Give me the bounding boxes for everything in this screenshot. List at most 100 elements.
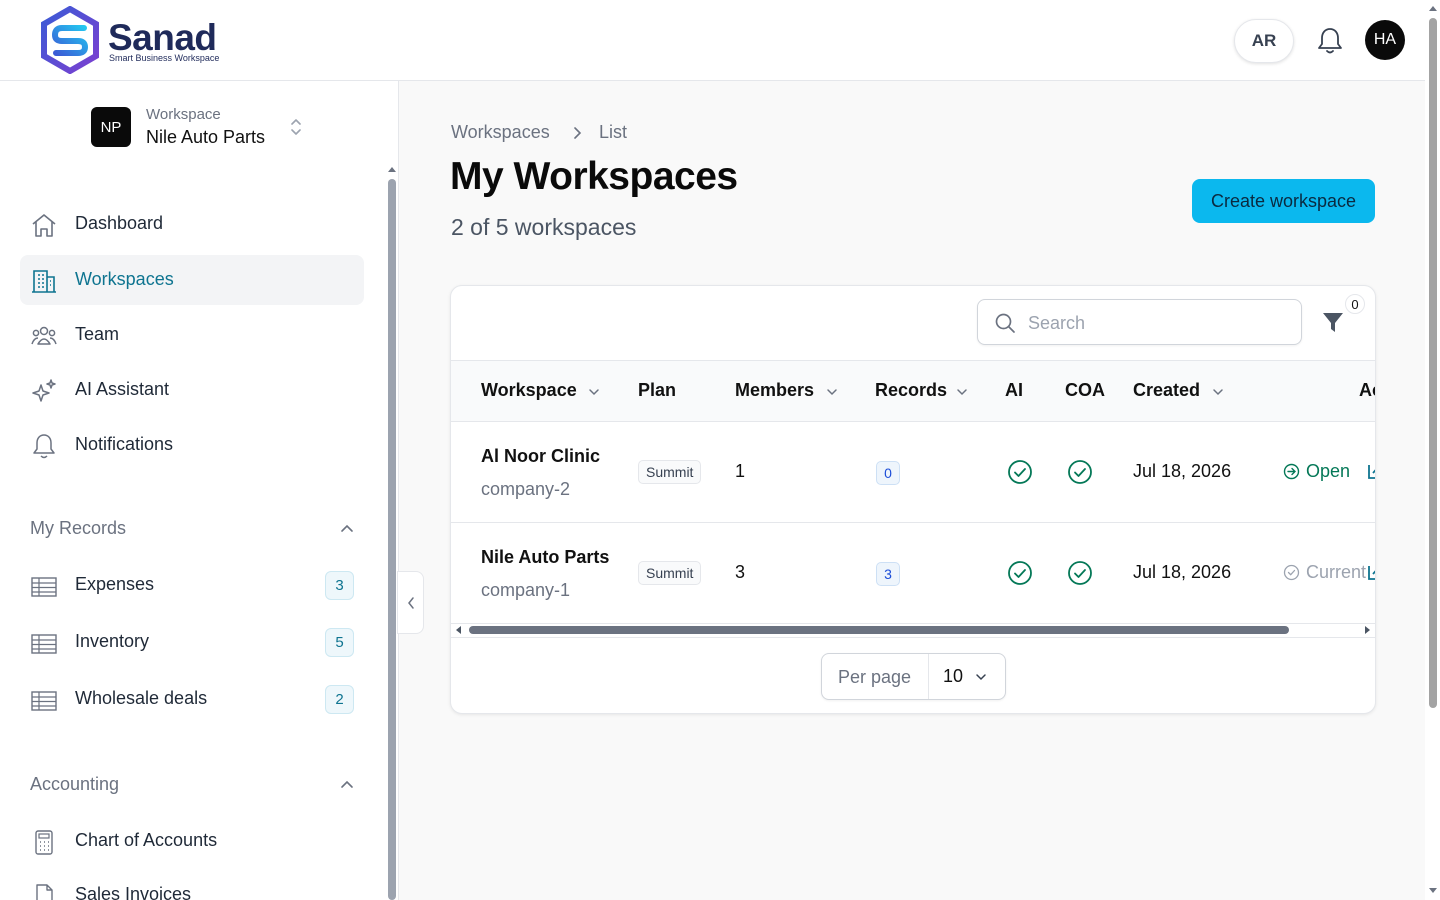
brand-tagline: Smart Business Workspace [109, 53, 220, 63]
table-icon [31, 634, 57, 654]
workspace-label: Workspace [146, 106, 221, 123]
chevron-up-down-icon [291, 119, 301, 135]
search-box[interactable] [977, 299, 1302, 345]
chevron-up-icon [341, 780, 353, 788]
collapse-sidebar-button[interactable] [397, 571, 424, 634]
per-page-select[interactable]: Per page 10 [821, 653, 1006, 700]
sidebar-item-label: Dashboard [75, 213, 164, 233]
scroll-up-arrow-icon[interactable] [387, 165, 397, 173]
sort-chevron-icon[interactable] [826, 386, 838, 398]
user-avatar[interactable]: HA [1365, 20, 1405, 60]
sidebar-item-label: Inventory [75, 631, 150, 651]
sort-chevron-icon[interactable] [956, 386, 968, 398]
table-row[interactable]: Al Noor Clinic company-2 Summit 1 0 Jul … [451, 422, 1376, 523]
per-page-value: 10 [943, 666, 964, 686]
records-badge: 0 [876, 461, 900, 485]
sidebar-item-team[interactable]: Team [20, 310, 364, 360]
workspace-avatar: NP [91, 107, 131, 147]
search-icon [995, 313, 1015, 333]
sidebar-item-label: Expenses [75, 574, 155, 594]
sidebar-item-expenses[interactable]: Expenses 3 [20, 560, 364, 610]
table-horizontal-scrollbar[interactable] [451, 622, 1375, 638]
sidebar: NP Workspace Nile Auto Parts Dashboard W… [0, 81, 399, 900]
table-icon [31, 577, 57, 597]
count-badge: 5 [325, 628, 354, 657]
sidebar-item-label: Chart of Accounts [75, 830, 218, 850]
arrow-right-circle-icon [1283, 463, 1300, 480]
edit-icon[interactable] [1367, 462, 1376, 480]
workspaces-table-card: 0 Workspace Plan Members Records AI COA … [450, 285, 1376, 714]
sidebar-scrollbar[interactable] [388, 179, 396, 900]
section-accounting[interactable]: Accounting [30, 772, 355, 798]
bell-icon[interactable] [1316, 26, 1344, 56]
sort-chevron-icon[interactable] [588, 386, 600, 398]
section-title: My Records [30, 518, 127, 538]
workspace-count: 2 of 5 workspaces [451, 214, 637, 240]
scroll-down-arrow-icon[interactable] [1428, 887, 1438, 895]
check-circle-icon [1008, 561, 1032, 585]
sidebar-item-workspaces[interactable]: Workspaces [20, 255, 364, 305]
page-scrollbar-thumb[interactable] [1429, 18, 1437, 708]
scroll-right-arrow-icon[interactable] [1363, 626, 1371, 634]
calculator-icon [35, 830, 53, 855]
chevron-right-icon [574, 127, 582, 139]
edit-icon[interactable] [1367, 563, 1376, 581]
table-header: Workspace Plan Members Records AI COA Cr… [451, 360, 1375, 422]
current-workspace-indicator: Current [1283, 562, 1366, 583]
sidebar-item-label: Sales Invoices [75, 884, 192, 900]
sparkles-icon [32, 379, 56, 402]
sidebar-item-notifications[interactable]: Notifications [20, 420, 364, 470]
filter-count-badge: 0 [1345, 294, 1365, 314]
check-circle-icon [1068, 460, 1092, 484]
sidebar-item-label: Notifications [75, 434, 174, 454]
team-icon [31, 326, 57, 345]
members-count: 1 [735, 461, 746, 481]
sort-chevron-icon[interactable] [1212, 386, 1224, 398]
plan-badge: Summit [638, 561, 702, 585]
chevron-down-icon [976, 674, 986, 681]
column-coa: COA [1065, 380, 1105, 400]
open-workspace-link[interactable]: Open [1283, 461, 1350, 482]
sidebar-item-label: Workspaces [75, 269, 174, 289]
top-bar: Sanad Smart Business Workspace AR HA [0, 0, 1425, 81]
scroll-left-arrow-icon[interactable] [455, 626, 463, 634]
created-date: Jul 18, 2026 [1133, 461, 1232, 481]
check-circle-icon [1283, 564, 1300, 581]
sidebar-item-label: Team [75, 324, 120, 344]
breadcrumb-list: List [599, 122, 628, 142]
document-icon [36, 884, 53, 900]
table-icon [31, 691, 57, 711]
per-page-label: Per page [838, 667, 912, 687]
column-created[interactable]: Created [1133, 380, 1200, 401]
column-members[interactable]: Members [735, 380, 814, 401]
language-toggle-button[interactable]: AR [1234, 19, 1294, 63]
sidebar-item-inventory[interactable]: Inventory 5 [20, 617, 364, 667]
workspace-switcher[interactable]: NP Workspace Nile Auto Parts [91, 106, 321, 149]
sidebar-item-label: Wholesale deals [75, 688, 208, 708]
sidebar-item-sales-invoices[interactable]: Sales Invoices [20, 870, 364, 900]
workspace-slug: company-1 [481, 580, 571, 600]
page-title: My Workspaces [450, 155, 738, 198]
bell-icon [33, 434, 55, 459]
sidebar-item-dashboard[interactable]: Dashboard [20, 199, 364, 249]
check-circle-icon [1008, 460, 1032, 484]
create-workspace-button[interactable]: Create workspace [1192, 179, 1375, 223]
brand-logo[interactable]: Sanad Smart Business Workspace [40, 6, 240, 76]
scrollbar-thumb[interactable] [469, 626, 1289, 634]
filter-icon[interactable] [1321, 308, 1345, 336]
breadcrumb-workspaces[interactable]: Workspaces [451, 122, 550, 143]
count-badge: 2 [325, 685, 354, 714]
section-my-records[interactable]: My Records [30, 516, 355, 542]
search-input[interactable] [1028, 310, 1288, 336]
scroll-up-arrow-icon[interactable] [1428, 4, 1438, 12]
column-records[interactable]: Records [875, 380, 947, 401]
sidebar-item-chart-of-accounts[interactable]: Chart of Accounts [20, 816, 364, 866]
column-workspace[interactable]: Workspace [481, 380, 577, 401]
sidebar-item-ai-assistant[interactable]: AI Assistant [20, 365, 364, 415]
column-plan: Plan [638, 380, 677, 400]
table-row[interactable]: Nile Auto Parts company-1 Summit 3 3 Jul… [451, 523, 1376, 624]
column-actions: Ac [1359, 380, 1375, 400]
sidebar-item-wholesale-deals[interactable]: Wholesale deals 2 [20, 674, 364, 724]
workspace-name: Al Noor Clinic [481, 446, 601, 466]
logo-mark-icon [41, 6, 99, 74]
